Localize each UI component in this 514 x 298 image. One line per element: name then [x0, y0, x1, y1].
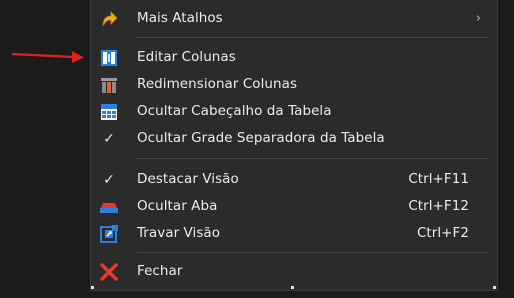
resize-columns-icon — [99, 75, 119, 95]
menu-item-label: Ocultar Cabeçalho da Tabela — [137, 103, 332, 119]
resize-grip-dot — [493, 286, 496, 289]
separator — [137, 252, 489, 253]
shortcut-text: Ctrl+F11 — [408, 171, 469, 187]
menu-item-fechar[interactable]: Fechar — [91, 258, 497, 284]
menu-item-ocultar-cabecalho[interactable]: Ocultar Cabeçalho da Tabela — [91, 98, 497, 124]
shortcut-text: Ctrl+F12 — [408, 198, 469, 214]
menu-item-label: Destacar Visão — [137, 171, 239, 187]
close-icon — [99, 262, 119, 282]
separator — [137, 158, 489, 159]
menu-item-label: Mais Atalhos — [137, 10, 223, 26]
menu-item-label: Redimensionar Colunas — [137, 76, 298, 92]
shortcut-text: Ctrl+F2 — [416, 225, 469, 241]
menu-item-destacar-visao[interactable]: ✓ Destacar Visão Ctrl+F11 — [91, 166, 497, 192]
hide-tab-icon — [99, 197, 119, 217]
shortcut-arrow-icon — [99, 9, 119, 29]
resize-grip-dot — [91, 286, 94, 289]
menu-item-label: Fechar — [137, 263, 183, 279]
menu-item-mais-atalhos[interactable]: Mais Atalhos › — [91, 5, 497, 31]
edit-columns-icon — [99, 48, 119, 68]
menu-item-label: Ocultar Grade Separadora da Tabela — [137, 130, 385, 146]
check-icon: ✓ — [103, 172, 115, 188]
chevron-right-icon: › — [475, 10, 481, 26]
table-header-icon — [99, 102, 119, 122]
check-icon: ✓ — [103, 131, 115, 147]
menu-item-redimensionar-colunas[interactable]: Redimensionar Colunas — [91, 71, 497, 97]
separator — [137, 37, 489, 38]
resize-grip-dot — [291, 286, 294, 289]
menu-item-label: Travar Visão — [137, 225, 221, 241]
menu-item-travar-visao[interactable]: Travar Visão Ctrl+F2 — [91, 220, 497, 246]
menu-item-label: Ocultar Aba — [137, 198, 218, 214]
lock-view-icon — [99, 224, 119, 244]
menu-item-ocultar-aba[interactable]: Ocultar Aba Ctrl+F12 — [91, 193, 497, 219]
context-menu: Mais Atalhos › Editar Colunas Redimensio… — [90, 0, 498, 291]
menu-item-label: Editar Colunas — [137, 49, 236, 65]
menu-item-editar-colunas[interactable]: Editar Colunas — [91, 44, 497, 70]
menu-item-ocultar-grade[interactable]: ✓ Ocultar Grade Separadora da Tabela — [91, 125, 497, 151]
annotation-arrow — [12, 51, 84, 63]
